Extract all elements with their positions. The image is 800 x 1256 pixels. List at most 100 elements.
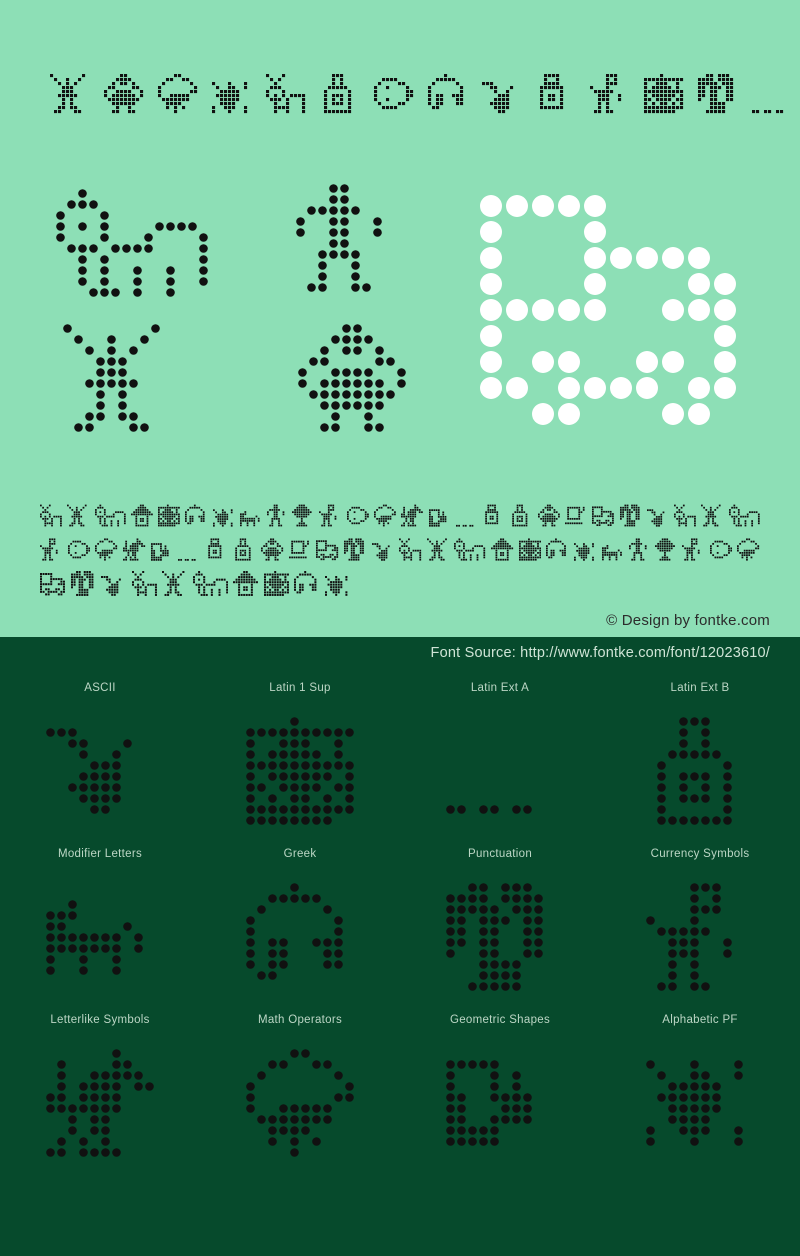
specimen-glyph-checkFig bbox=[101, 575, 121, 596]
title-glyph-bird bbox=[104, 74, 144, 114]
title-glyph-deer bbox=[266, 74, 306, 114]
range-sample-cell-cat-figure bbox=[0, 1028, 200, 1178]
title-glyph-balloon bbox=[158, 74, 198, 114]
specimen-glyph-cup bbox=[288, 540, 309, 558]
range-label-row-1: ASCII Latin 1 Sup Latin Ext A Latin Ext B bbox=[0, 680, 800, 696]
specimen-glyph-phone bbox=[208, 537, 222, 558]
specimen-glyph-boxCart bbox=[316, 540, 339, 561]
range-col-geometric-shapes: Geometric Shapes bbox=[400, 1012, 600, 1028]
title-glyph-starFig bbox=[212, 82, 252, 114]
specimen-glyph-catWalk bbox=[94, 504, 126, 526]
title-glyph-phone bbox=[536, 74, 576, 114]
range-sample bbox=[645, 862, 755, 1012]
title-glyph-pillars bbox=[698, 74, 734, 114]
range-glyph-bug-shape bbox=[246, 717, 354, 825]
range-col-greek: Greek bbox=[200, 846, 400, 862]
specimen-glyph-headphone bbox=[185, 504, 205, 524]
specimen-glyph-balloon bbox=[737, 537, 760, 561]
range-sample bbox=[245, 862, 355, 1012]
range-col-math-operators: Math Operators bbox=[200, 1012, 400, 1028]
range-label: Latin Ext A bbox=[470, 682, 530, 694]
range-label: Letterlike Symbols bbox=[50, 1014, 150, 1026]
specimen-glyph-bird bbox=[261, 537, 284, 561]
specimen-glyph-catWalk bbox=[728, 504, 760, 526]
range-sample-cell-dog-figure bbox=[0, 862, 200, 1012]
range-sample bbox=[445, 696, 555, 846]
range-label: Currency Symbols bbox=[650, 848, 750, 860]
hero-glyph-two-figures-waving bbox=[62, 323, 172, 433]
specimen-glyph-figureArmsUp bbox=[426, 537, 447, 561]
range-glyph-headphones-shape bbox=[246, 883, 343, 980]
range-col-latin-ext-a: Latin Ext A bbox=[400, 680, 600, 696]
hero-glyph-sun-figure-and-person bbox=[297, 323, 407, 433]
title-glyph-deer bbox=[266, 74, 306, 114]
range-sample bbox=[645, 1028, 755, 1178]
specimen-glyph-deer bbox=[40, 504, 62, 526]
range-label: Greek bbox=[283, 848, 317, 860]
range-glyph-dots-punctuation bbox=[446, 805, 532, 814]
title-glyph-robot bbox=[324, 74, 352, 114]
hero-glyph-grid bbox=[0, 178, 800, 432]
specimen-glyph-house bbox=[491, 537, 514, 561]
title-glyph-figureArmsUp bbox=[50, 74, 86, 114]
range-glyph-cat-figure bbox=[46, 1049, 154, 1157]
font-specimen-page: © Design by fontke.com Font Source: http… bbox=[0, 0, 800, 1256]
specimen-glyph-blockLetter bbox=[150, 542, 169, 561]
title-glyph-robot bbox=[320, 74, 360, 114]
specimen-glyph-deer bbox=[674, 504, 696, 526]
hero-glyph-person-and-ladder bbox=[296, 184, 382, 292]
specimen-line-2 bbox=[40, 532, 760, 562]
title-glyph-dotsPunct bbox=[752, 110, 784, 114]
specimen-glyph-pillars bbox=[343, 537, 364, 561]
range-sample-cell-balloon-shape bbox=[200, 1028, 400, 1178]
specimen-glyph-bug bbox=[263, 570, 289, 596]
range-sample bbox=[45, 862, 155, 1012]
range-label-row-2: Modifier Letters Greek Punctuation Currency… bbox=[0, 846, 800, 862]
range-sample bbox=[245, 696, 355, 846]
range-sample-cell-standing-figure bbox=[600, 862, 800, 1012]
title-glyph-checkFig bbox=[482, 82, 522, 114]
hero-glyph-person-pushing-cart bbox=[55, 188, 209, 298]
specimen-glyph-catSit bbox=[122, 537, 146, 561]
range-col-modifier-letters: Modifier Letters bbox=[0, 846, 200, 862]
specimen-line-3 bbox=[40, 566, 760, 596]
specimen-glyph-tree bbox=[292, 504, 312, 526]
specimen-glyph-robot bbox=[235, 537, 251, 561]
range-sample bbox=[45, 1028, 155, 1178]
specimen-glyph-house bbox=[233, 570, 259, 596]
range-label-row-3: Letterlike Symbols Math Operators Geometri… bbox=[0, 1012, 800, 1028]
specimen-glyph-personWave bbox=[629, 537, 647, 561]
specimen-glyph-standFigure bbox=[40, 537, 58, 561]
range-sample bbox=[245, 1028, 355, 1178]
font-source-link[interactable]: Font Source: http://www.fontke.com/font/… bbox=[431, 645, 770, 661]
title-glyph-standFigure bbox=[590, 74, 630, 114]
specimen-glyph-personWave bbox=[267, 504, 285, 526]
title-glyph-bug bbox=[644, 74, 684, 114]
title-glyph-figureArmsUp bbox=[50, 74, 90, 114]
range-glyph-block-letter bbox=[446, 1060, 532, 1146]
specimen-glyph-cup bbox=[565, 506, 585, 524]
range-sample bbox=[445, 862, 555, 1012]
range-glyph-check-figure bbox=[46, 728, 132, 814]
specimen-glyph-dotsPunct bbox=[178, 558, 196, 561]
specimen-glyph-checkFig bbox=[371, 542, 390, 561]
title-glyph-headphone bbox=[428, 74, 464, 110]
range-sample-cell-check-figure bbox=[0, 696, 200, 846]
title-glyph-bug bbox=[644, 74, 684, 114]
title-glyph-phone bbox=[540, 74, 564, 110]
specimen-glyph-pillars bbox=[70, 570, 93, 596]
title-glyph-fish bbox=[374, 74, 414, 114]
range-glyph-standing-figure bbox=[646, 883, 732, 991]
range-glyph-balloon-shape bbox=[246, 1049, 354, 1157]
specimen-glyph-standFigure bbox=[319, 504, 337, 526]
range-glyph-robot-figure bbox=[657, 717, 732, 825]
hero-glyph-person-pushing-cart bbox=[56, 189, 208, 297]
range-label: Modifier Letters bbox=[57, 848, 143, 860]
specimen-glyph-balloon bbox=[95, 537, 118, 561]
range-col-ascii: ASCII bbox=[0, 680, 200, 696]
specimen-line-1 bbox=[40, 498, 760, 528]
range-label: Punctuation bbox=[467, 848, 533, 860]
unicode-range-table: ASCII Latin 1 Sup Latin Ext A Latin Ext B Mo… bbox=[0, 680, 800, 1178]
hero-glyph-sun-figure-and-person bbox=[298, 324, 406, 432]
specimen-glyph-tree bbox=[654, 537, 675, 561]
